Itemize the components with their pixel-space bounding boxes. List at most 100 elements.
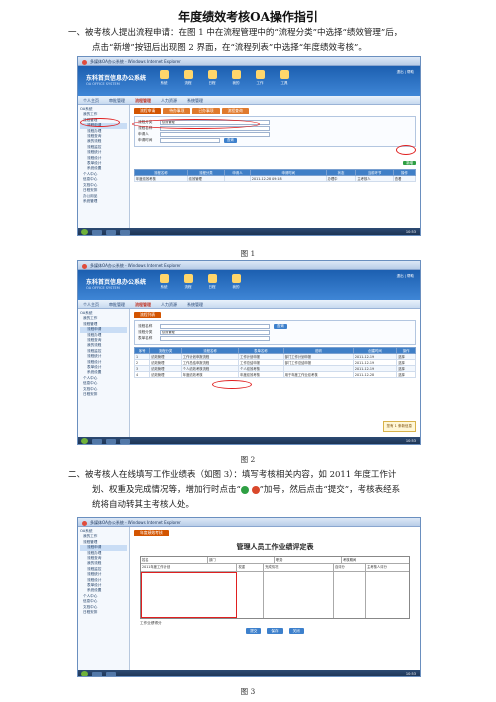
- nav-system[interactable]: 系统管理: [182, 300, 208, 308]
- column-header: 自评分: [334, 564, 367, 571]
- tab-process-list[interactable]: 流程列表: [134, 312, 162, 318]
- taskbar-app: [92, 229, 102, 235]
- tab-annual-appraisal[interactable]: 年度绩效考核: [134, 530, 169, 536]
- applicant-input[interactable]: [160, 132, 270, 137]
- taskbar-app: [106, 671, 116, 676]
- taskbar-clock: 10:53: [405, 230, 416, 234]
- top-icon-system[interactable]: 系统: [156, 274, 172, 294]
- process-name-input[interactable]: [160, 324, 270, 329]
- fig2-process-list-table: 序号 流程分类 流程名称 表单名称 说明 创建时间 操作 1 绩效管理 工作计划申报…: [133, 347, 416, 378]
- weight-input[interactable]: [237, 571, 265, 618]
- main-nav: 个人主页 审批管理 流程管理 人力资源 系统管理: [78, 96, 420, 105]
- sidebar-item[interactable]: 系统管理: [80, 199, 127, 204]
- taskbar-app: [92, 671, 102, 676]
- column-header: 2011年度工作计划: [141, 564, 238, 571]
- supervisor-score-input[interactable]: [366, 572, 409, 618]
- column-header: 完成情况: [264, 564, 334, 571]
- work-plan-input[interactable]: [141, 571, 238, 618]
- form-name-input[interactable]: [160, 336, 270, 341]
- tab-query[interactable]: 流程查询: [221, 108, 249, 114]
- submit-button[interactable]: 提交: [246, 627, 262, 634]
- minus-icon: [251, 485, 260, 494]
- browser-title-bar: 多媒体OA办公系统 - Windows Internet Explorer: [78, 518, 420, 527]
- self-score-input[interactable]: [334, 571, 367, 618]
- figure-3-caption: 图 3: [240, 687, 256, 696]
- top-icon-tools[interactable]: 工具: [276, 70, 292, 90]
- tab-done[interactable]: 已办事项: [192, 108, 220, 114]
- appraisal-form-title: 管理人员工作业绩评定表: [236, 542, 314, 551]
- tab-todo[interactable]: 待办事项: [163, 108, 191, 114]
- new-message-popup[interactable]: 您有 1 条新信息: [382, 421, 416, 432]
- save-button[interactable]: 保存: [267, 627, 283, 634]
- top-icon-workflow[interactable]: 流程: [180, 70, 196, 90]
- nav-workflow[interactable]: 流程管理: [130, 300, 156, 308]
- fig1-process-table: 流程名称 流程分类 申请人 申请时间 状态 当前环节 操作 年度绩效考核 绩效管理…: [134, 169, 417, 182]
- taskbar: 10:53: [78, 437, 420, 444]
- workflow-icon: [183, 274, 193, 283]
- system-subtitle: OA OFFICE SYSTEM: [86, 286, 120, 290]
- search-button[interactable]: 查询: [224, 138, 237, 143]
- top-icon-system[interactable]: 系统: [156, 70, 172, 90]
- top-icon-mine[interactable]: 我的: [228, 274, 244, 294]
- tab-process-apply[interactable]: 流程申请: [134, 108, 162, 114]
- sidebar-item[interactable]: 日程安排: [80, 392, 127, 397]
- fig1-tabs: 流程申请 待办事项 已办事项 流程查询: [134, 108, 416, 114]
- logout-help-links[interactable]: 退出 | 帮助: [397, 274, 414, 279]
- nav-hr[interactable]: 人力资源: [156, 300, 182, 308]
- nav-home[interactable]: 个人主页: [78, 300, 104, 308]
- fig2-main-panel: 流程列表 流程名称 查询 流程分类 绩效管理 表单名称 序号 流程分类 流程名称 表…: [130, 309, 420, 437]
- nav-approval[interactable]: 审批管理: [104, 96, 130, 104]
- start-button[interactable]: [81, 438, 88, 444]
- taskbar-clock: 10:53: [405, 439, 416, 443]
- field-label: 流程分类: [138, 330, 153, 334]
- calendar-icon: [207, 274, 217, 283]
- main-nav: 个人主页 审批管理 流程管理 人力资源 系统管理: [78, 300, 420, 309]
- sidebar-tree: OA系统 我的工作 流程管理 流程申请 流程办理 流程查询 我的流程 流程监控 …: [78, 527, 130, 670]
- step-2-line-1b: 填写考核相关内容，如 2011 年度工作计: [241, 470, 397, 480]
- highlight-category-oval: [132, 119, 260, 129]
- step-2-line-3: 统将自动转其主考核人处。: [92, 500, 195, 510]
- nav-hr[interactable]: 人力资源: [156, 96, 182, 104]
- top-icon-mine[interactable]: 我的: [228, 70, 244, 90]
- fig2-tabs: 流程列表: [134, 312, 416, 318]
- field-label: 表单名称: [138, 336, 153, 340]
- apply-date-input[interactable]: [160, 138, 220, 143]
- top-icon-work[interactable]: 工作: [252, 70, 268, 90]
- sidebar-tree: OA系统 我的工作 流程管理 流程申请 流程办理 流程查询 我的流程 流程监控 …: [78, 309, 130, 437]
- table-row[interactable]: 年度绩效考核 绩效管理 2011-12-28 09:18 办理中 主考核人 查看: [134, 175, 417, 182]
- taskbar: 10:53: [78, 670, 420, 676]
- calendar-icon: [207, 70, 217, 79]
- nav-system[interactable]: 系统管理: [182, 96, 208, 104]
- nav-workflow[interactable]: 流程管理: [130, 96, 156, 104]
- logout-help-links[interactable]: 退出 | 帮助: [397, 70, 414, 75]
- performance-score-label: 工作业绩得分: [140, 620, 162, 625]
- table-row-annual-appraisal[interactable]: 4 绩效管理 年度绩效考核 年度绩效考核 用于年度工作业绩考核 2011-12-28 选择: [133, 371, 416, 378]
- add-button[interactable]: 新增: [403, 161, 416, 165]
- fig1-main-panel: 流程申请 待办事项 已办事项 流程查询 流程分类 绩效管理 流程名称 申请人 申请…: [130, 105, 420, 228]
- column-header: 主考核人评分: [367, 565, 387, 570]
- step-2-line-2: 划、权重及完成情况等，增加行时点击“ ”加号，然后点击“提交”，考核表经系: [92, 485, 401, 495]
- document-title: 年度绩效考核OA操作指引: [178, 10, 318, 24]
- search-button[interactable]: 查询: [274, 324, 287, 329]
- taskbar-app: [106, 438, 116, 444]
- highlight-sidebar-oval: [80, 118, 120, 127]
- step-2-text: 二、被考核人在线填写工作业绩表（如图 3）：填写考核相关内容，如 2011 年度…: [68, 468, 478, 513]
- nav-home[interactable]: 个人主页: [78, 96, 104, 104]
- system-subtitle: OA OFFICE SYSTEM: [86, 82, 120, 86]
- column-header: 权重: [237, 564, 265, 571]
- sidebar-item[interactable]: 日程安排: [80, 610, 127, 615]
- top-icon-schedule[interactable]: 日程: [204, 70, 220, 90]
- top-icon-workflow[interactable]: 流程: [180, 274, 196, 294]
- start-button[interactable]: [81, 671, 88, 676]
- completion-input[interactable]: [264, 571, 334, 618]
- process-category-select[interactable]: 绩效管理: [160, 330, 270, 335]
- start-button[interactable]: [81, 229, 88, 235]
- figure-3-screenshot: 多媒体OA办公系统 - Windows Internet Explorer OA…: [77, 517, 421, 677]
- top-icon-schedule[interactable]: 日程: [204, 274, 220, 294]
- system-title: 东科首页信息办公系统: [86, 279, 147, 286]
- field-label: 申请时间: [138, 138, 153, 142]
- close-button[interactable]: 关闭: [288, 627, 304, 634]
- plus-icon: [240, 485, 249, 494]
- nav-approval[interactable]: 审批管理: [104, 300, 130, 308]
- taskbar-clock: 10:53: [405, 672, 416, 676]
